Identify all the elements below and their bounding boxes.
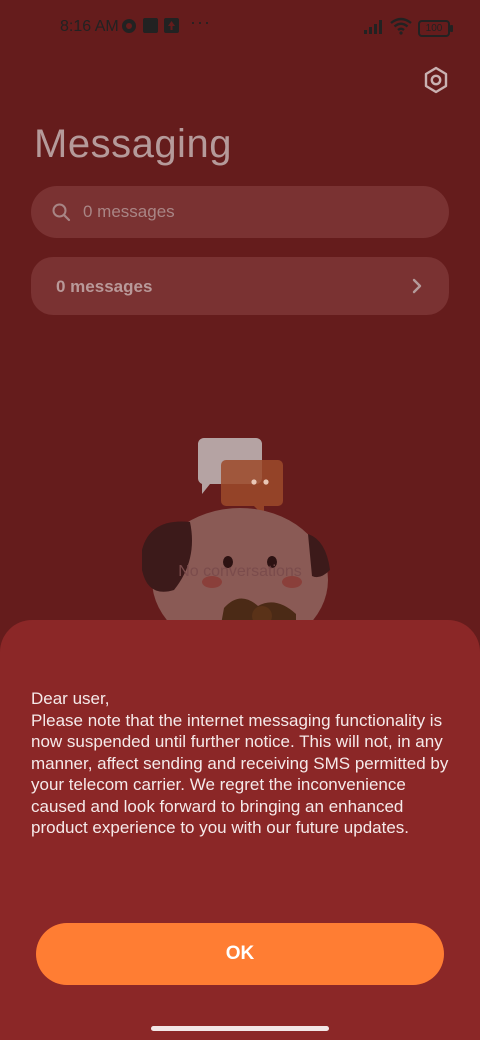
dialog-message: Dear user, Please note that the internet… xyxy=(31,689,449,837)
search-input[interactable]: 0 messages xyxy=(31,186,449,238)
chat-bubble-typing-icon xyxy=(221,460,283,516)
battery-icon: 100 xyxy=(418,20,453,37)
square-icon xyxy=(143,18,158,33)
search-icon xyxy=(52,203,71,222)
status-bar: 8:16 AM ··· 100 xyxy=(0,0,480,56)
status-time: 8:16 AM xyxy=(60,18,119,35)
wifi-icon xyxy=(390,17,412,35)
more-notifications-icon: ··· xyxy=(190,12,211,32)
empty-state-text: No conversations xyxy=(178,563,302,580)
ok-button[interactable]: OK xyxy=(36,923,444,985)
chevron-right-icon xyxy=(412,278,422,294)
home-indicator[interactable] xyxy=(151,1026,329,1031)
signal-icon xyxy=(364,20,382,34)
page-title: Messaging xyxy=(34,122,232,166)
notification-icon xyxy=(164,18,179,33)
messages-summary-card[interactable]: 0 messages xyxy=(31,257,449,315)
empty-conversations-illustration xyxy=(142,438,330,650)
summary-label: 0 messages xyxy=(56,277,153,296)
settings-icon[interactable] xyxy=(420,64,452,96)
search-placeholder: 0 messages xyxy=(83,202,175,221)
media-icon xyxy=(122,19,136,33)
messaging-screen: 8:16 AM ··· 100 Messaging 0 messages 0 m… xyxy=(0,0,480,1040)
